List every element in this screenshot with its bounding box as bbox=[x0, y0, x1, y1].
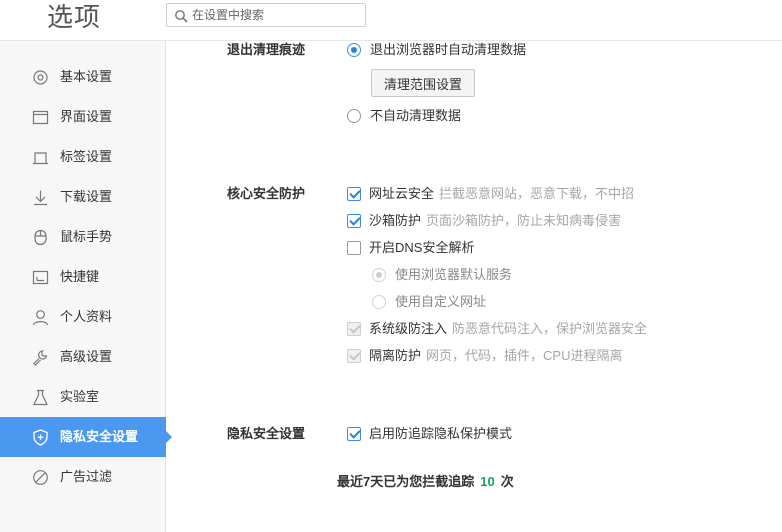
gear-icon bbox=[33, 70, 48, 85]
stat-suffix: 次 bbox=[500, 474, 514, 489]
checkbox[interactable] bbox=[347, 187, 361, 201]
stat-count: 10 bbox=[480, 474, 495, 489]
section-title-clear-traces: 退出清理痕迹 bbox=[227, 42, 306, 57]
sidebar-item-label: 标签设置 bbox=[60, 149, 113, 164]
page-title: 选项 bbox=[47, 2, 102, 32]
sidebar-item-profile[interactable]: 个人资料 bbox=[0, 297, 166, 337]
section-title-core-security: 核心安全防护 bbox=[227, 186, 306, 201]
window-icon bbox=[32, 110, 49, 125]
download-icon bbox=[34, 190, 47, 206]
sidebar-item-label: 个人资料 bbox=[60, 309, 113, 324]
sidebar-item-label: 鼠标手势 bbox=[60, 229, 113, 244]
option-label: 开启DNS安全解析 bbox=[369, 240, 475, 255]
header: 选项 bbox=[0, 0, 782, 41]
checkbox-system-injection[interactable]: 系统级防注入 防恶意代码注入，保护浏览器安全 bbox=[347, 320, 647, 338]
radio-button[interactable] bbox=[372, 295, 386, 309]
radio-auto-clear[interactable]: 退出浏览器时自动清理数据 bbox=[347, 41, 526, 59]
clear-range-settings-button[interactable]: 清理范围设置 bbox=[371, 69, 475, 97]
flask-icon bbox=[33, 389, 48, 406]
block-icon bbox=[33, 470, 48, 485]
tab-icon bbox=[33, 152, 48, 165]
search-box[interactable] bbox=[166, 3, 366, 27]
option-label: 隔离防护 bbox=[369, 348, 422, 363]
checkbox-dns[interactable]: 开启DNS安全解析 bbox=[347, 239, 474, 257]
sidebar-item-ad-filter[interactable]: 广告过滤 bbox=[0, 457, 166, 497]
checkbox[interactable] bbox=[347, 349, 361, 363]
checkbox[interactable] bbox=[347, 427, 361, 441]
option-description: 拦截恶意网站，恶意下载，不中招 bbox=[439, 186, 635, 201]
radio-button[interactable] bbox=[372, 268, 386, 282]
search-icon bbox=[175, 10, 188, 23]
search-input[interactable] bbox=[192, 6, 362, 24]
sidebar-item-label: 快捷键 bbox=[60, 269, 100, 284]
checkbox-sandbox[interactable]: 沙箱防护 页面沙箱防护，防止未知病毒侵害 bbox=[347, 212, 621, 230]
checkbox-anti-tracking[interactable]: 启用防追踪隐私保护模式 bbox=[347, 425, 512, 443]
sidebar-item-shortcuts[interactable]: 快捷键 bbox=[0, 257, 166, 297]
sidebar-item-label: 基本设置 bbox=[60, 69, 113, 84]
sidebar-item-label: 高级设置 bbox=[60, 349, 113, 364]
checkbox[interactable] bbox=[347, 322, 361, 336]
checkbox-url-cloud[interactable]: 网址云安全 拦截恶意网站，恶意下载，不中招 bbox=[347, 185, 634, 203]
option-label: 使用浏览器默认服务 bbox=[395, 267, 513, 282]
option-label: 不自动清理数据 bbox=[370, 108, 462, 123]
mouse-icon bbox=[34, 229, 47, 246]
option-description: 网页，代码，插件，CPU进程隔离 bbox=[426, 348, 623, 363]
sidebar-item-download[interactable]: 下载设置 bbox=[0, 177, 166, 217]
wrench-icon bbox=[33, 350, 48, 366]
option-description: 防恶意代码注入，保护浏览器安全 bbox=[452, 321, 648, 336]
sidebar-item-label: 广告过滤 bbox=[60, 469, 113, 484]
option-label: 沙箱防护 bbox=[369, 213, 422, 228]
option-label: 系统级防注入 bbox=[369, 321, 448, 336]
radio-dns-default[interactable]: 使用浏览器默认服务 bbox=[372, 266, 512, 284]
radio-no-clear[interactable]: 不自动清理数据 bbox=[347, 107, 461, 125]
sidebar-item-label: 界面设置 bbox=[60, 109, 113, 124]
shortcut-icon bbox=[32, 270, 49, 285]
stat-prefix: 最近7天已为您拦截追踪 bbox=[337, 474, 475, 489]
sidebar-item-tabs[interactable]: 标签设置 bbox=[0, 137, 166, 177]
radio-button[interactable] bbox=[347, 43, 361, 57]
radio-dns-custom[interactable]: 使用自定义网址 bbox=[372, 293, 486, 311]
sidebar-item-label: 下载设置 bbox=[60, 189, 113, 204]
radio-button[interactable] bbox=[347, 109, 361, 123]
sidebar-item-label: 实验室 bbox=[60, 389, 100, 404]
option-description: 页面沙箱防护，防止未知病毒侵害 bbox=[426, 213, 622, 228]
sidebar-item-mouse-gesture[interactable]: 鼠标手势 bbox=[0, 217, 166, 257]
option-label: 网址云安全 bbox=[369, 186, 435, 201]
shield-icon bbox=[33, 429, 48, 446]
section-title-privacy: 隐私安全设置 bbox=[227, 426, 306, 441]
sidebar-item-interface[interactable]: 界面设置 bbox=[0, 97, 166, 137]
sidebar-item-label: 隐私安全设置 bbox=[60, 429, 139, 444]
checkbox[interactable] bbox=[347, 214, 361, 228]
option-label: 退出浏览器时自动清理数据 bbox=[370, 42, 527, 57]
option-label: 启用防追踪隐私保护模式 bbox=[369, 426, 513, 441]
sidebar-item-lab[interactable]: 实验室 bbox=[0, 377, 166, 417]
sidebar-item-advanced[interactable]: 高级设置 bbox=[0, 337, 166, 377]
sidebar: 基本设置 界面设置 标签设置 下载设置 鼠标手势 快捷键 个人资料 高级设置 实… bbox=[0, 41, 172, 532]
user-icon bbox=[32, 310, 49, 326]
sidebar-item-basic[interactable]: 基本设置 bbox=[0, 57, 166, 97]
checkbox[interactable] bbox=[347, 241, 361, 255]
option-label: 使用自定义网址 bbox=[395, 294, 487, 309]
checkbox-isolation[interactable]: 隔离防护 网页，代码，插件，CPU进程隔离 bbox=[347, 347, 622, 365]
tracking-block-stat: 最近7天已为您拦截追踪 10 次 bbox=[337, 473, 514, 491]
sidebar-item-privacy-security[interactable]: 隐私安全设置 bbox=[0, 417, 172, 457]
